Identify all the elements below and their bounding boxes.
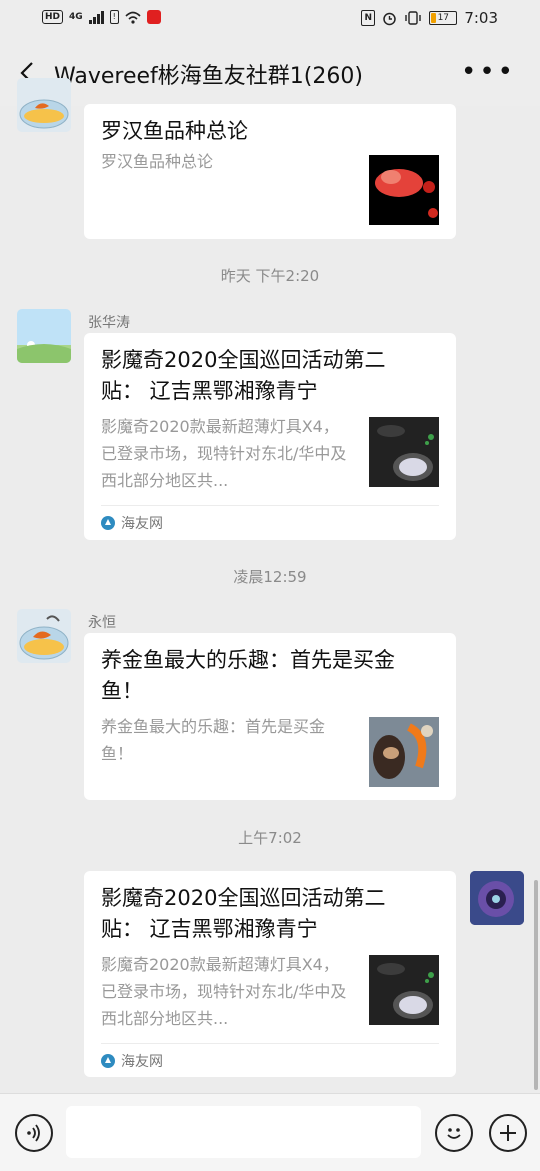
source-name: 海友网: [121, 1054, 163, 1070]
status-bar: HD 4G ! N 17 7:03: [0, 0, 540, 40]
sender-name: 永恒: [88, 615, 116, 631]
source-name: 海友网: [121, 516, 163, 532]
alert-icon: !: [109, 10, 119, 24]
aquarium-light-image: [369, 955, 439, 1025]
card-title: 养金鱼最大的乐趣：首先是买金鱼！: [101, 648, 395, 703]
link-card[interactable]: 罗汉鱼品种总论 罗汉鱼品种总论: [84, 104, 456, 239]
link-card[interactable]: 养金鱼最大的乐趣：首先是买金鱼！ 养金鱼最大的乐趣：首先是买金鱼！: [84, 633, 456, 800]
nfc-icon: N: [361, 10, 376, 26]
network-label: 4G: [69, 12, 83, 22]
timestamp: 昨天 下午2:20: [220, 267, 320, 285]
source-icon: [101, 1054, 115, 1068]
card-source: 海友网: [101, 1043, 439, 1078]
timestamp: 凌晨12:59: [233, 568, 307, 586]
signal-icon: [88, 10, 104, 24]
link-card[interactable]: 影魔奇2020全国巡回活动第二贴： 辽吉黑鄂湘豫青宁 影魔奇2020款最新超薄灯…: [84, 871, 456, 1077]
card-title: 影魔奇2020全国巡回活动第二贴： 辽吉黑鄂湘豫青宁: [101, 886, 386, 941]
sender-name: 张华涛: [88, 315, 130, 331]
battery-level: 17: [437, 13, 450, 23]
scrollbar[interactable]: [534, 880, 538, 1090]
goldfish-image: [369, 717, 439, 787]
timestamp: 上午7:02: [238, 829, 302, 847]
aquarium-light-image: [369, 417, 439, 487]
source-icon: [101, 516, 115, 530]
vibrate-icon: [405, 11, 422, 25]
more-dots-icon[interactable]: •••: [461, 59, 516, 85]
card-description: 罗汉鱼品种总论: [101, 152, 214, 171]
input-bar: [0, 1093, 540, 1171]
card-title: 罗汉鱼品种总论: [101, 119, 248, 143]
battery-icon: 17: [429, 11, 458, 25]
avatar[interactable]: [17, 78, 71, 132]
card-description: 养金鱼最大的乐趣：首先是买金鱼！: [101, 717, 326, 763]
avatar[interactable]: [17, 609, 71, 663]
alarm-icon: [383, 12, 397, 25]
plus-icon[interactable]: [489, 1114, 527, 1152]
card-description: 影魔奇2020款最新超薄灯具X4，已登录市场，现特针对东北/华中及西北部分地区共…: [101, 955, 347, 1028]
hd-badge: HD: [42, 10, 64, 24]
wifi-icon: [125, 11, 141, 24]
chat-header: Wavereef彬海鱼友社群1(260) •••: [0, 40, 540, 106]
card-title: 影魔奇2020全国巡回活动第二贴： 辽吉黑鄂湘豫青宁: [101, 348, 386, 403]
emoji-icon[interactable]: [435, 1114, 473, 1152]
card-source: 海友网: [101, 505, 439, 540]
link-card[interactable]: 影魔奇2020全国巡回活动第二贴： 辽吉黑鄂湘豫青宁 影魔奇2020款最新超薄灯…: [84, 333, 456, 540]
status-right: N 17 7:03: [361, 9, 498, 27]
card-description: 影魔奇2020款最新超薄灯具X4，已登录市场，现特针对东北/华中及西北部分地区共…: [101, 417, 347, 490]
avatar[interactable]: [17, 309, 71, 363]
status-left: HD 4G !: [42, 10, 161, 24]
message-input[interactable]: [66, 1106, 421, 1158]
voice-icon[interactable]: [15, 1114, 53, 1152]
avatar[interactable]: [470, 871, 524, 925]
clock: 7:03: [464, 9, 498, 27]
app-notification-icon: [146, 10, 161, 24]
chat-title: Wavereef彬海鱼友社群1(260): [54, 64, 363, 89]
flowerhorn-fish-image: [369, 155, 439, 225]
